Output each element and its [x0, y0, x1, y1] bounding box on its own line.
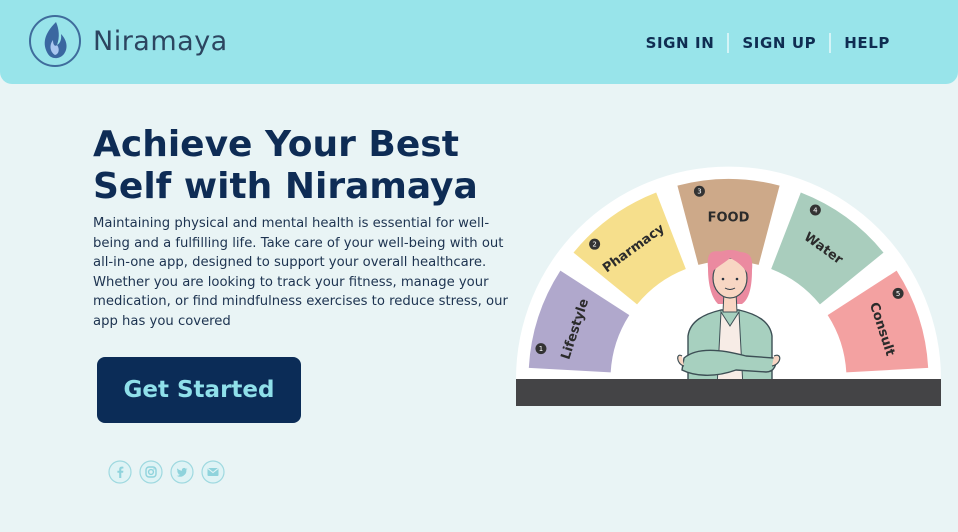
facebook-icon[interactable] — [108, 460, 132, 484]
left-eye — [721, 277, 725, 281]
nav-divider — [829, 33, 832, 53]
dial-label-food: FOOD — [708, 211, 750, 226]
sign-up-link[interactable]: SIGN UP — [742, 34, 816, 52]
nav-divider — [727, 33, 730, 53]
headline-line-1: Achieve Your Best — [93, 124, 459, 165]
email-icon[interactable] — [201, 460, 225, 484]
right-eye — [735, 277, 739, 281]
hero-description: Maintaining physical and mental health i… — [93, 216, 508, 329]
headline-line-2: Self with Niramaya — [93, 166, 478, 207]
help-link[interactable]: HELP — [844, 34, 890, 52]
dial-number-label: 4 — [813, 207, 818, 215]
instagram-icon[interactable] — [139, 460, 163, 484]
health-categories-dial: Lifestyle1Pharmacy2FOOD3Water4Consult5 — [516, 166, 941, 406]
dial-number-label: 5 — [896, 290, 900, 298]
niramaya-logo-icon[interactable] — [28, 14, 82, 68]
dial-number-label: 2 — [592, 241, 596, 249]
brand-name[interactable]: Niramaya — [93, 26, 228, 57]
top-bar: Niramaya SIGN IN SIGN UP HELP — [0, 0, 958, 84]
social-links — [108, 460, 225, 484]
hero-headline: Achieve Your Best Self with Niramaya — [93, 124, 513, 208]
get-started-button[interactable]: Get Started — [97, 357, 301, 423]
dial-base-bar — [516, 379, 941, 406]
dial-number-label: 1 — [539, 345, 543, 353]
sign-in-link[interactable]: SIGN IN — [646, 34, 715, 52]
dial-number-label: 3 — [697, 188, 701, 196]
twitter-icon[interactable] — [170, 460, 194, 484]
top-nav: SIGN IN SIGN UP HELP — [646, 33, 890, 53]
